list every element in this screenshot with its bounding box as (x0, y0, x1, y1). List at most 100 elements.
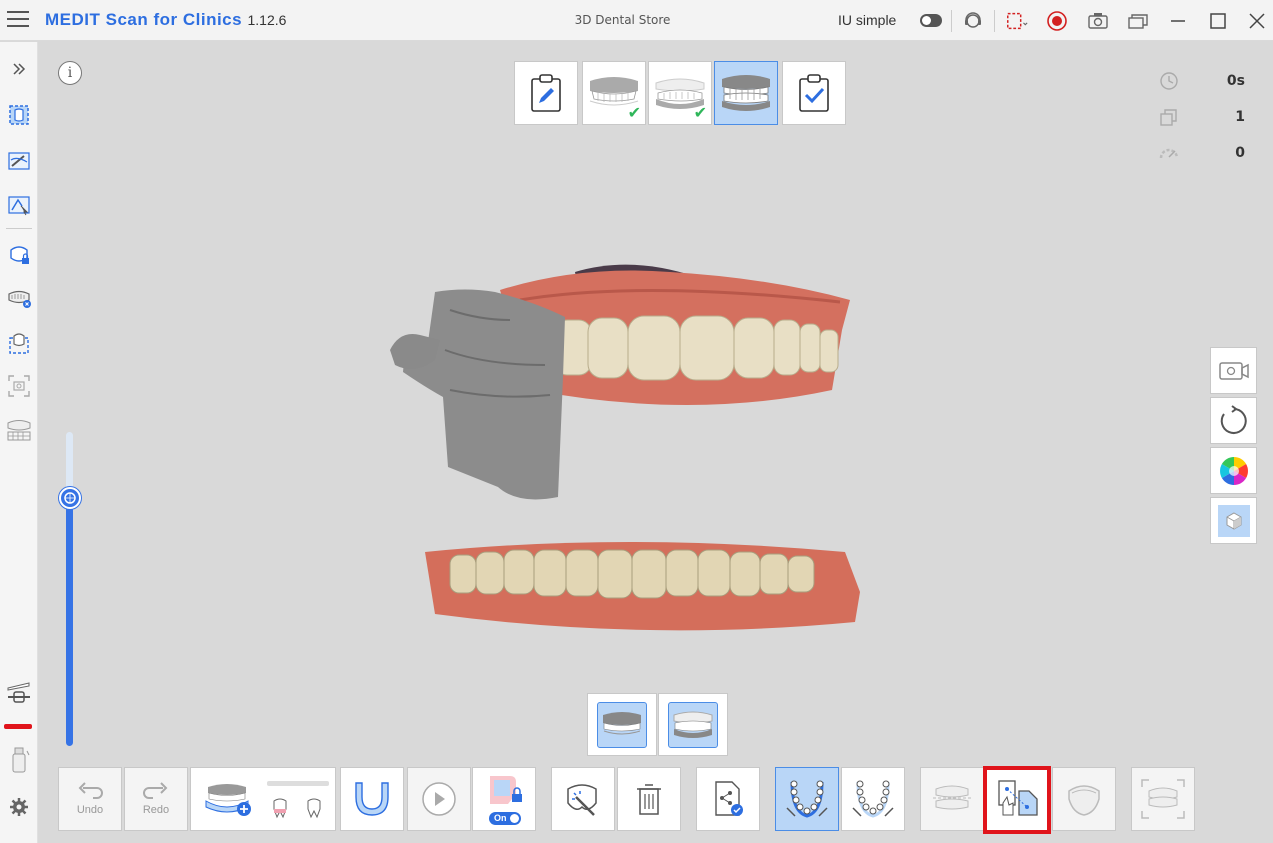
capture-frame-icon[interactable] (4, 371, 34, 401)
crown-icon (1068, 785, 1100, 816)
scanner-device-icon[interactable] (4, 745, 34, 775)
lock-tooth-icon[interactable] (4, 240, 34, 270)
ai-toggle-switch[interactable]: On (489, 812, 521, 825)
ai-tooth-lock-icon (490, 776, 522, 804)
settings-gear-icon[interactable] (4, 792, 34, 822)
scanner-tip-icon[interactable] (4, 678, 34, 708)
texture-mode-button[interactable] (1210, 497, 1257, 544)
hand-point-align-icon (998, 780, 1038, 816)
trim-brush-icon[interactable] (4, 146, 34, 176)
color-wheel-icon (1219, 456, 1248, 485)
brightness-slider-track[interactable] (66, 432, 73, 746)
tooth-range-track[interactable] (267, 781, 329, 786)
rotate-button[interactable] (1210, 397, 1257, 444)
tooth-region-icon[interactable] (4, 328, 34, 358)
slider-fill (66, 498, 73, 746)
delete-button[interactable] (617, 767, 681, 831)
occlusion-icon (722, 75, 770, 111)
ai-toggle-label: On (494, 813, 507, 823)
stat-scan-time-value: 0s (1226, 73, 1245, 89)
share-file-icon (715, 781, 743, 816)
bite-align-icon (933, 785, 971, 810)
info-button[interactable]: i (58, 61, 82, 85)
done-check-icon: ✔ (627, 103, 641, 122)
smart-trim-button[interactable] (551, 767, 615, 831)
stat-shot-count: 1 (1158, 106, 1253, 130)
step-patient-info[interactable] (514, 61, 578, 125)
title-divider (951, 10, 952, 32)
iu-simple-label: IU simple (838, 12, 897, 28)
color-mode-button[interactable] (1210, 447, 1257, 494)
share-file-button[interactable] (696, 767, 760, 831)
texture-cube-icon (1217, 504, 1250, 537)
app-title: MEDIT Scan for Clinics 1.12.6 (45, 10, 286, 30)
upper-arch-teeth-button[interactable] (775, 767, 839, 831)
video-camera-icon (1218, 361, 1249, 380)
add-jaw-icon (205, 784, 251, 816)
lower-arch-teeth-button[interactable] (841, 767, 905, 831)
maximize-icon[interactable] (1206, 9, 1230, 33)
done-check-icon: ✔ (693, 103, 707, 122)
brightness-slider-handle[interactable] (59, 487, 81, 509)
ai-scan-toggle-button[interactable]: On (472, 767, 536, 831)
title-divider (994, 10, 995, 32)
dental-model-viewport[interactable] (380, 250, 870, 640)
title-bar: MEDIT Scan for Clinics 1.12.6 3D Dental … (0, 0, 1273, 41)
undo-button[interactable]: Undo (58, 767, 122, 831)
arch-scan-button[interactable] (340, 767, 404, 831)
minimize-icon[interactable] (1166, 9, 1190, 33)
select-area-icon[interactable] (4, 100, 34, 130)
step-maxilla[interactable]: ✔ (582, 61, 646, 125)
fit-jaw-frame-icon (1141, 779, 1185, 819)
stat-reliability: 0 (1158, 142, 1253, 166)
store-label: 3D Dental Store (574, 13, 671, 27)
lower-jaw-icon (668, 701, 718, 748)
trash-icon (637, 784, 661, 815)
manual-align-button[interactable] (986, 767, 1050, 831)
lasso-select-icon[interactable] (4, 190, 34, 220)
arch-teeth-icon (786, 780, 828, 818)
play-icon (422, 782, 456, 816)
left-toolbar (0, 42, 38, 843)
expand-toolbar-icon[interactable] (4, 54, 34, 84)
step-review[interactable] (782, 61, 846, 125)
hamburger-menu-icon[interactable] (7, 11, 29, 29)
support-headset-icon[interactable] (961, 9, 985, 33)
app-brand-name: MEDIT Scan for Clinics (45, 10, 243, 29)
redo-label: Redo (142, 804, 170, 816)
gallery-windows-icon[interactable] (1126, 9, 1150, 33)
video-camera-button[interactable] (1210, 347, 1257, 394)
step-occlusion[interactable] (714, 61, 778, 125)
bite-align-button[interactable] (920, 767, 984, 831)
lower-jaw-view-button[interactable] (658, 693, 728, 756)
toolbar-divider (6, 228, 32, 229)
magic-wand-tooth-icon (567, 784, 597, 816)
record-button-icon[interactable] (1045, 9, 1069, 33)
close-icon[interactable] (1245, 9, 1269, 33)
screen-record-area-icon[interactable] (1005, 9, 1029, 33)
tooth-pink-icon (273, 798, 287, 819)
tooth-slider-panel[interactable] (263, 769, 335, 829)
undo-arrow-icon (78, 782, 103, 799)
redo-button[interactable]: Redo (124, 767, 188, 831)
arch-teeth-icon (852, 780, 894, 818)
remove-teeth-icon[interactable] (4, 283, 34, 313)
app-version: 1.12.6 (247, 12, 287, 28)
upper-jaw-icon (597, 701, 647, 748)
tooth-outline-icon (307, 798, 321, 819)
tooth-library-icon[interactable] (4, 415, 34, 445)
play-button[interactable] (407, 767, 471, 831)
add-arch-button[interactable] (191, 769, 263, 829)
add-arch-panel[interactable] (190, 767, 336, 831)
copies-icon (1160, 109, 1177, 126)
stat-scan-time: 0s (1158, 70, 1253, 94)
upper-teeth (554, 315, 839, 381)
clipboard-check-icon (799, 74, 829, 112)
upper-jaw-view-button[interactable] (587, 693, 657, 756)
rotate-icon (1220, 404, 1247, 434)
screenshot-camera-icon[interactable] (1086, 9, 1110, 33)
crown-prep-button[interactable] (1052, 767, 1116, 831)
fit-view-button[interactable] (1131, 767, 1195, 831)
iu-simple-toggle[interactable] (920, 14, 942, 27)
step-mandible[interactable]: ✔ (648, 61, 712, 125)
